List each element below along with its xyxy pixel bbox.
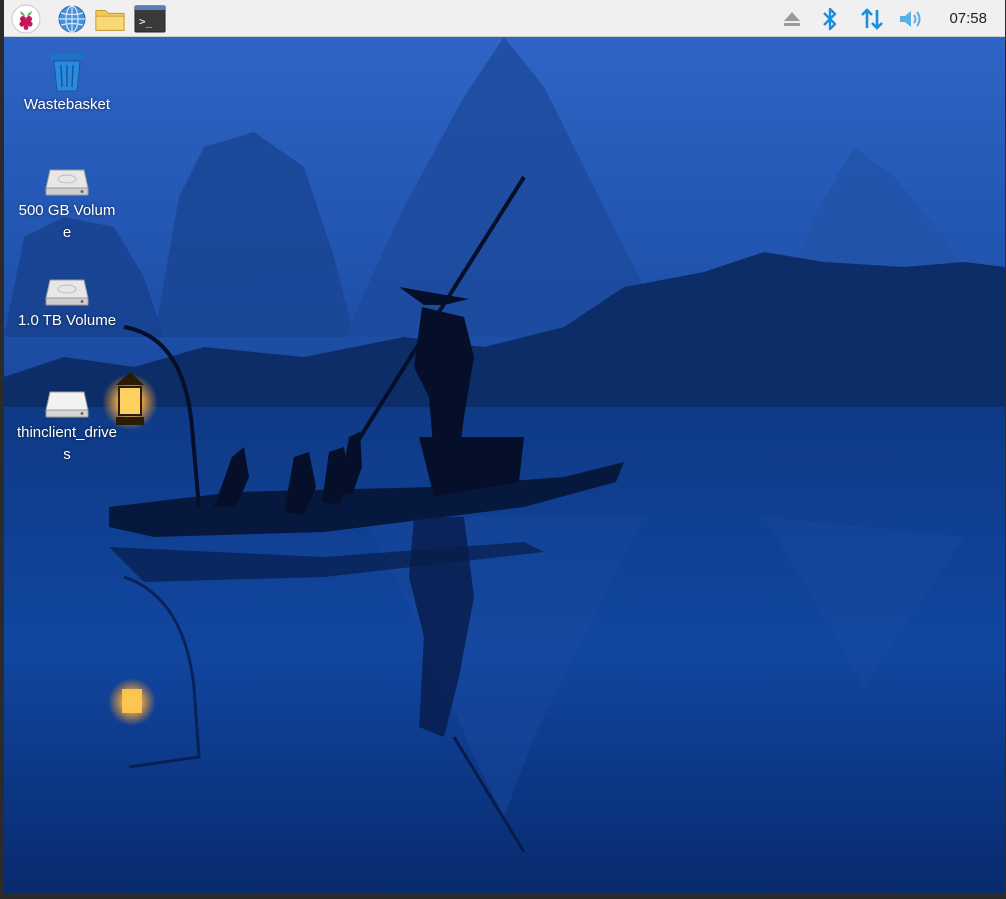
eject-button[interactable] (776, 3, 808, 34)
raspberry-menu-button[interactable] (10, 3, 42, 34)
terminal-button[interactable]: >_ (134, 3, 166, 34)
desktop-icon-wastebasket[interactable]: Wastebasket (12, 50, 122, 116)
web-browser-button[interactable] (56, 3, 88, 34)
terminal-icon: >_ (134, 5, 166, 32)
eject-icon (784, 11, 800, 26)
drive-icon (45, 279, 89, 306)
network-button[interactable] (856, 3, 888, 34)
desktop-icon-1tb-volume[interactable]: 1.0 TB Volume (12, 270, 122, 332)
terminal-prompt-glyph: >_ (139, 15, 153, 28)
web-browser-icon (58, 4, 86, 33)
taskbar: >_ 07:58 (4, 0, 1005, 37)
desktop-icon-label: 1.0 TB Volume (17, 312, 117, 329)
desktop-icon-label: 500 GB Volume (18, 202, 116, 241)
drive-icon (45, 169, 89, 196)
desktop-icon-label: thinclient_drives (16, 424, 118, 463)
network-arrows-icon (861, 7, 883, 30)
raspberry-menu-icon (11, 4, 41, 33)
bluetooth-button[interactable] (814, 3, 846, 34)
desktop-icon-label: Wastebasket (23, 96, 111, 113)
desktop-icon-500gb-volume[interactable]: 500 GB Volume (12, 160, 122, 244)
trash-icon (51, 54, 83, 92)
desktop-wallpaper (4, 37, 1005, 893)
file-manager-button[interactable] (94, 3, 126, 34)
volume-icon (900, 10, 921, 27)
file-manager-icon (95, 9, 125, 31)
bluetooth-icon (823, 7, 837, 30)
taskbar-clock[interactable]: 07:58 (949, 0, 987, 37)
desktop-icon-thinclient-drives[interactable]: thinclient_drives (12, 382, 122, 466)
drive-icon (45, 391, 89, 418)
volume-button[interactable] (895, 3, 927, 34)
screen-bottom-border (0, 893, 1006, 899)
desktop-screen: Wastebasket 500 GB Volume 1.0 TB Volume … (4, 0, 1005, 893)
